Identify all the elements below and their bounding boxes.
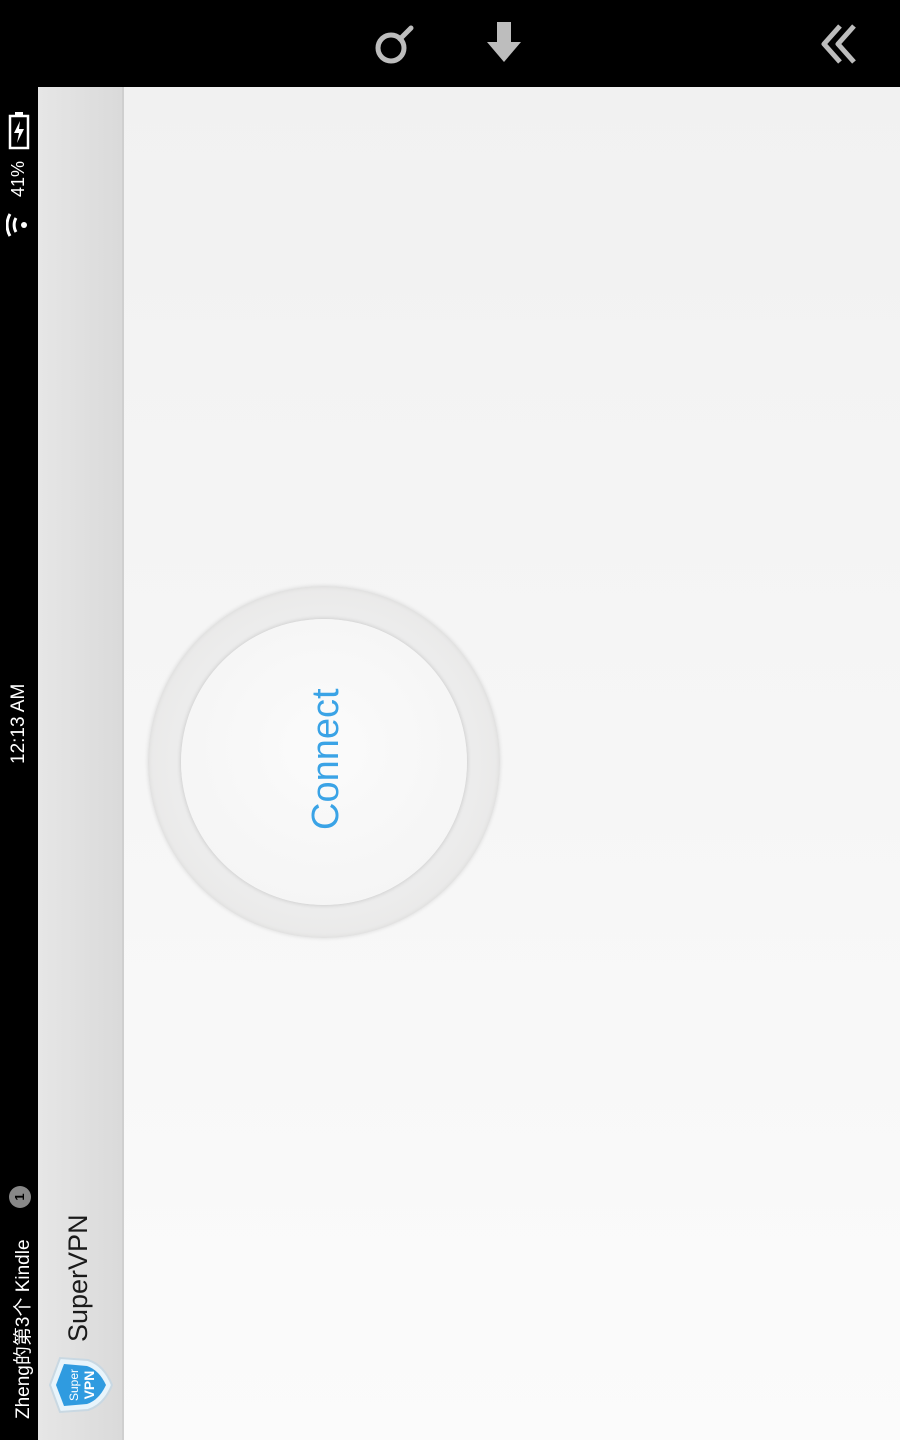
supervpn-logo[interactable]: Super VPN [46, 1352, 116, 1418]
logo-text-super: Super [67, 1369, 81, 1401]
wifi-icon [6, 213, 27, 237]
navigation-bar [0, 0, 900, 87]
battery-icon [8, 112, 30, 150]
device-name: Zheng的第3个 Kindle [13, 1239, 34, 1419]
search-icon[interactable] [369, 18, 421, 70]
home-icon[interactable] [478, 18, 530, 70]
notification-badge[interactable]: 1 [9, 1186, 31, 1208]
connect-label: Connect [305, 688, 347, 830]
logo-text-vpn: VPN [81, 1371, 97, 1400]
back-icon[interactable] [814, 18, 866, 70]
status-clock: 12:13 AM [8, 683, 29, 764]
battery-percent: 41% [8, 160, 28, 197]
app-title: SuperVPN [63, 1214, 93, 1342]
